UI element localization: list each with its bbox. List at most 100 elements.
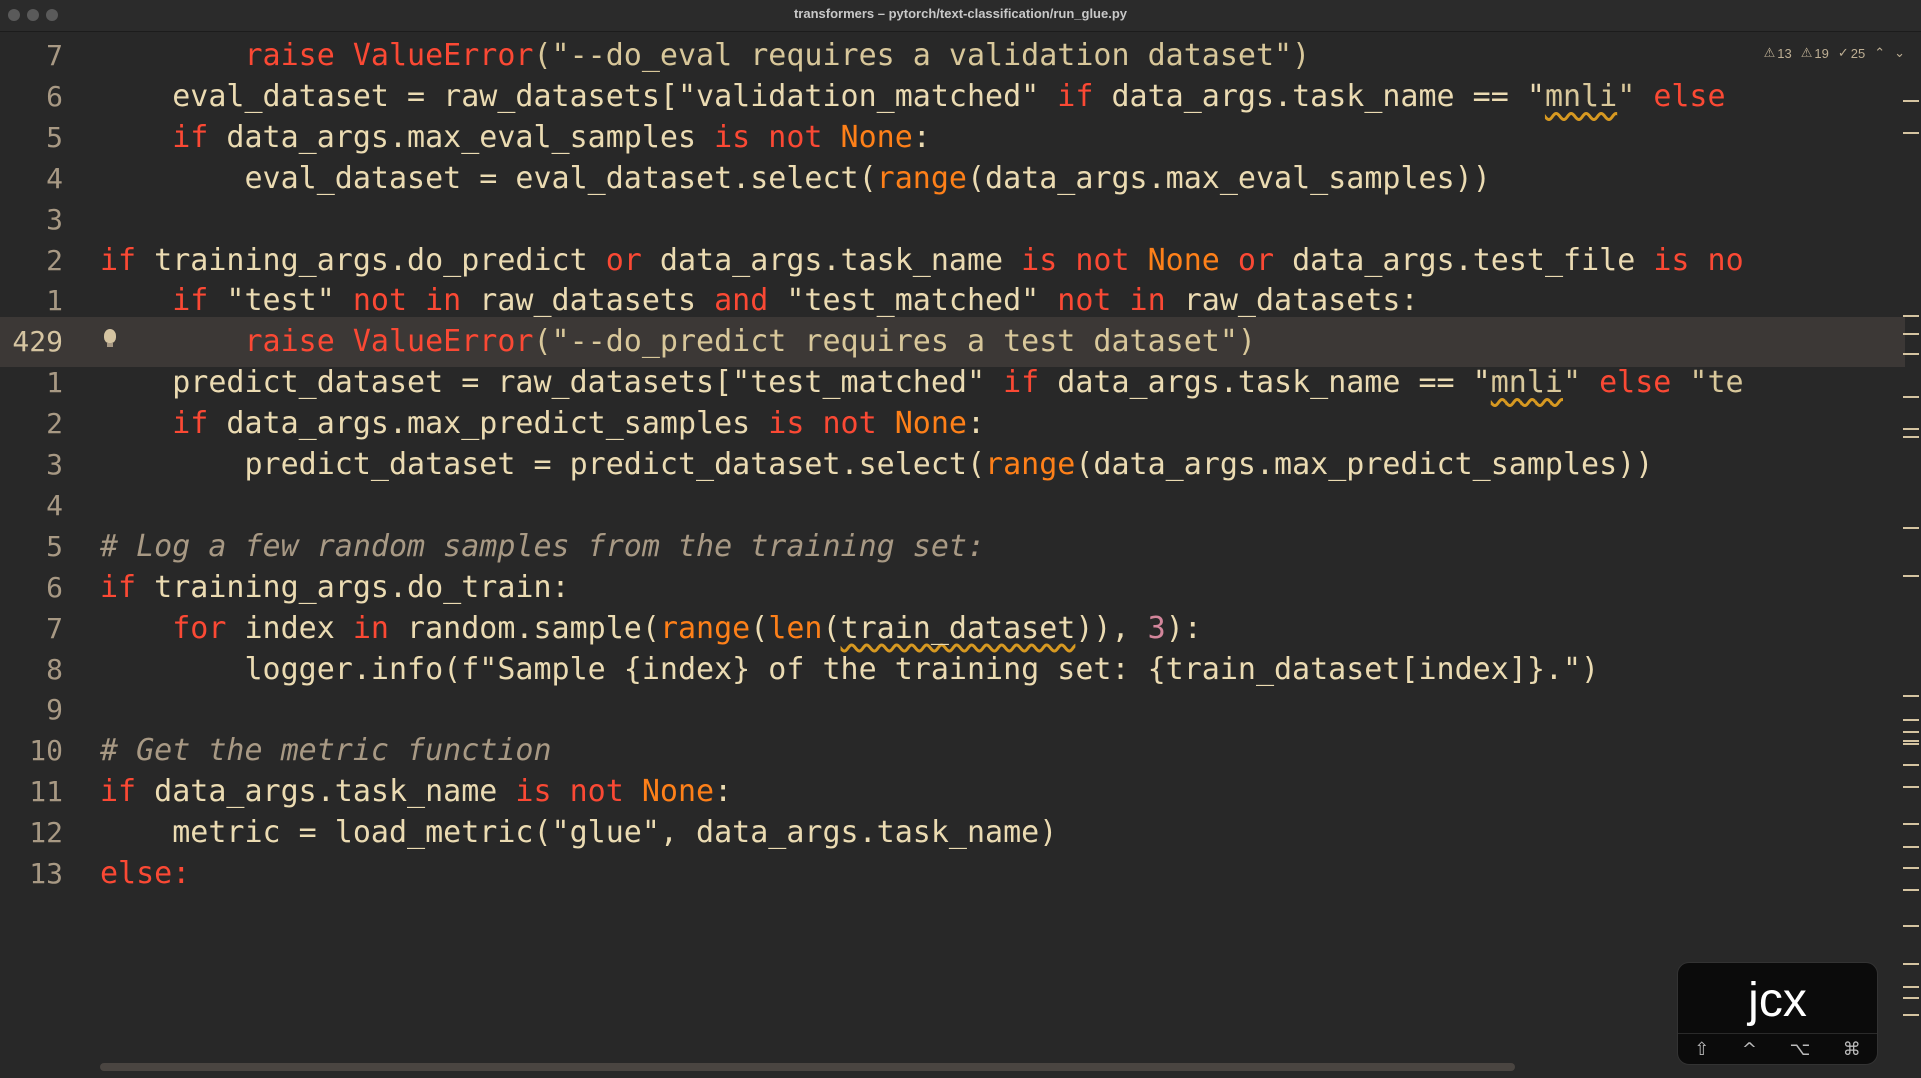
keycast-keys: jcx: [1748, 974, 1807, 1027]
line-number[interactable]: 12: [0, 818, 63, 848]
code-token: is: [1653, 242, 1690, 278]
line-number[interactable]: 3: [0, 204, 63, 235]
line-number[interactable]: 429: [0, 327, 63, 357]
code-text[interactable]: metric = load_metric("glue", data_args.t…: [100, 815, 1057, 851]
line-number[interactable]: 5: [0, 531, 63, 562]
code-token: mnli: [1544, 78, 1618, 114]
code-token: "test_matched": [768, 283, 1058, 319]
line-number[interactable]: 13: [0, 859, 63, 889]
line-number[interactable]: 10: [0, 736, 63, 766]
code-token: "te: [1671, 365, 1744, 401]
line-number[interactable]: 1: [0, 368, 63, 398]
code-token: data_args.task_name == ": [1039, 365, 1491, 401]
code-token: ("--do_predict requires a test dataset"): [533, 324, 1256, 360]
code-token: index: [226, 610, 353, 646]
code-token: range: [876, 160, 967, 196]
code-text[interactable]: predict_dataset = raw_datasets["test_mat…: [100, 365, 1744, 401]
line-number[interactable]: 11: [0, 777, 63, 807]
code-token: predict_dataset = predict_dataset.select…: [100, 447, 986, 482]
code-token: no: [1707, 242, 1744, 278]
code-token: training_args.do_predict: [136, 242, 606, 278]
code-token: not: [822, 406, 877, 442]
line-number[interactable]: 4: [0, 490, 63, 521]
window-title: transformers – pytorch/text-classificati…: [793, 6, 1128, 21]
code-token: ValueError: [352, 38, 534, 73]
code-text[interactable]: # Log a few random samples from the trai…: [100, 529, 985, 565]
line-number[interactable]: 3: [0, 450, 63, 480]
code-token: (data_args.max_predict_samples)): [1075, 447, 1654, 482]
code-token: None: [840, 119, 913, 155]
code-token: None: [1147, 242, 1220, 278]
code-token: )),: [1075, 610, 1148, 646]
code-text[interactable]: else:: [100, 856, 190, 892]
option-icon: ⌥: [1789, 1038, 1811, 1060]
code-token: eval_dataset = eval_dataset.select(: [100, 160, 877, 196]
line-number[interactable]: 5: [0, 122, 63, 153]
code-token: len: [768, 610, 823, 646]
line-number[interactable]: 7: [0, 41, 63, 71]
code-text[interactable]: logger.info(f"Sample {index} of the trai…: [100, 652, 1599, 688]
code-text[interactable]: if data_args.max_eval_samples is not Non…: [100, 120, 931, 156]
line-number[interactable]: 9: [0, 695, 63, 725]
error-stripe[interactable]: [1901, 31, 1919, 1071]
code-token: if: [1057, 78, 1094, 114]
code-text[interactable]: if data_args.max_predict_samples is not …: [100, 406, 985, 442]
code-token: raise: [244, 324, 335, 360]
code-text[interactable]: if data_args.task_name is not None:: [100, 774, 732, 810]
command-icon: ⌘: [1842, 1038, 1861, 1060]
code-text[interactable]: for index in random.sample(range(len(tra…: [100, 611, 1202, 647]
code-token: in: [352, 610, 389, 646]
code-text[interactable]: # Get the metric function: [100, 733, 552, 769]
code-token: # Log a few random samples from the trai…: [100, 528, 986, 564]
code-token: if: [100, 242, 137, 278]
code-token: eval_dataset = raw_datasets["validation_…: [100, 78, 1058, 114]
line-number[interactable]: 1: [0, 286, 63, 316]
code-text[interactable]: if "test" not in raw_datasets and "test_…: [100, 283, 1418, 319]
code-text[interactable]: predict_dataset = predict_dataset.select…: [100, 447, 1653, 483]
shift-icon: ⇧: [1694, 1038, 1710, 1060]
code-token: data_args.max_eval_samples: [208, 119, 715, 155]
code-text[interactable]: eval_dataset = raw_datasets["validation_…: [100, 78, 1725, 115]
line-number[interactable]: 4: [0, 163, 63, 194]
line-number[interactable]: 8: [0, 654, 63, 685]
code-text[interactable]: raise ValueError("--do_predict requires …: [100, 324, 1256, 360]
code-token: training_args.do_train:: [136, 569, 570, 605]
code-text[interactable]: raise ValueError("--do_eval requires a v…: [100, 38, 1311, 74]
code-token: train_dataset: [840, 610, 1076, 646]
code-editor[interactable]: 7 raise ValueError("--do_eval requires a…: [0, 31, 1921, 1078]
line-number[interactable]: 2: [0, 409, 63, 439]
code-token: (: [822, 610, 841, 646]
code-token: mnli: [1490, 365, 1563, 401]
line-number[interactable]: 7: [0, 613, 63, 644]
code-token: data_args.test_file: [1274, 242, 1654, 278]
line-number[interactable]: 6: [0, 572, 63, 603]
code-text[interactable]: eval_dataset = eval_dataset.select(range…: [100, 160, 1490, 197]
line-number[interactable]: 6: [0, 81, 63, 112]
code-text[interactable]: if training_args.do_train:: [100, 570, 570, 606]
code-line[interactable]: 13 else:: [0, 849, 1905, 899]
code-token: or: [1237, 242, 1275, 278]
code-text[interactable]: if training_args.do_predict or data_args…: [100, 243, 1744, 279]
horizontal-scrollbar[interactable]: [100, 1063, 1515, 1071]
code-token: metric = load_metric("glue", data_args.t…: [100, 815, 1058, 851]
code-token: or: [605, 242, 642, 278]
line-number[interactable]: 2: [0, 245, 63, 276]
code-token: logger.info(f"Sample {index} of the trai…: [100, 651, 1600, 687]
control-icon: ^: [1741, 1038, 1757, 1060]
code-token: random.sample(: [389, 610, 660, 646]
code-token: # Get the metric function: [100, 733, 552, 769]
